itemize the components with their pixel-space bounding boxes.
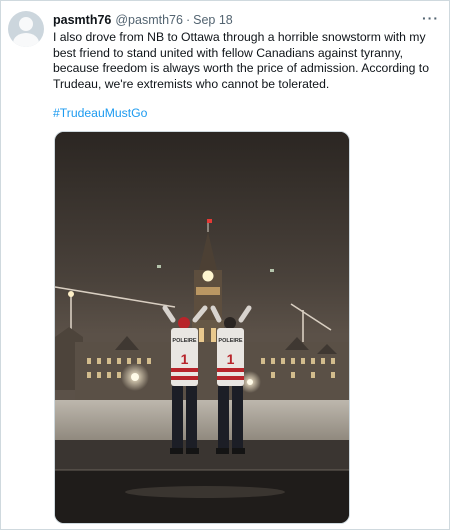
tweet-text: I also drove from NB to Ottawa through a… bbox=[53, 30, 429, 91]
more-options-icon[interactable]: ··· bbox=[422, 10, 439, 26]
jersey-name-left: POLEIRE bbox=[172, 338, 196, 344]
user-handle[interactable]: @pasmth76 bbox=[115, 13, 183, 27]
default-avatar-body-icon bbox=[13, 33, 39, 47]
jersey-number-left: 1 bbox=[181, 351, 189, 367]
tweet-date[interactable]: Sep 18 bbox=[193, 13, 233, 27]
tweet-header: pasmth76 @pasmth76 · Sep 18 bbox=[53, 11, 233, 29]
display-name[interactable]: pasmth76 bbox=[53, 13, 111, 27]
tweet-photo[interactable]: POLEIRE 1 POLEIRE 1 bbox=[54, 131, 350, 524]
jersey-number-right: 1 bbox=[227, 351, 235, 367]
separator-dot: · bbox=[185, 13, 191, 27]
parliament-night-scene: POLEIRE 1 POLEIRE 1 bbox=[55, 132, 349, 523]
default-avatar-head-icon bbox=[19, 17, 33, 31]
tweet-card[interactable]: pasmth76 @pasmth76 · Sep 18 ··· I also d… bbox=[0, 0, 450, 530]
jersey-name-right: POLEIRE bbox=[218, 338, 242, 344]
hashtag-link[interactable]: #TrudeauMustGo bbox=[53, 106, 147, 120]
avatar[interactable] bbox=[8, 11, 44, 47]
